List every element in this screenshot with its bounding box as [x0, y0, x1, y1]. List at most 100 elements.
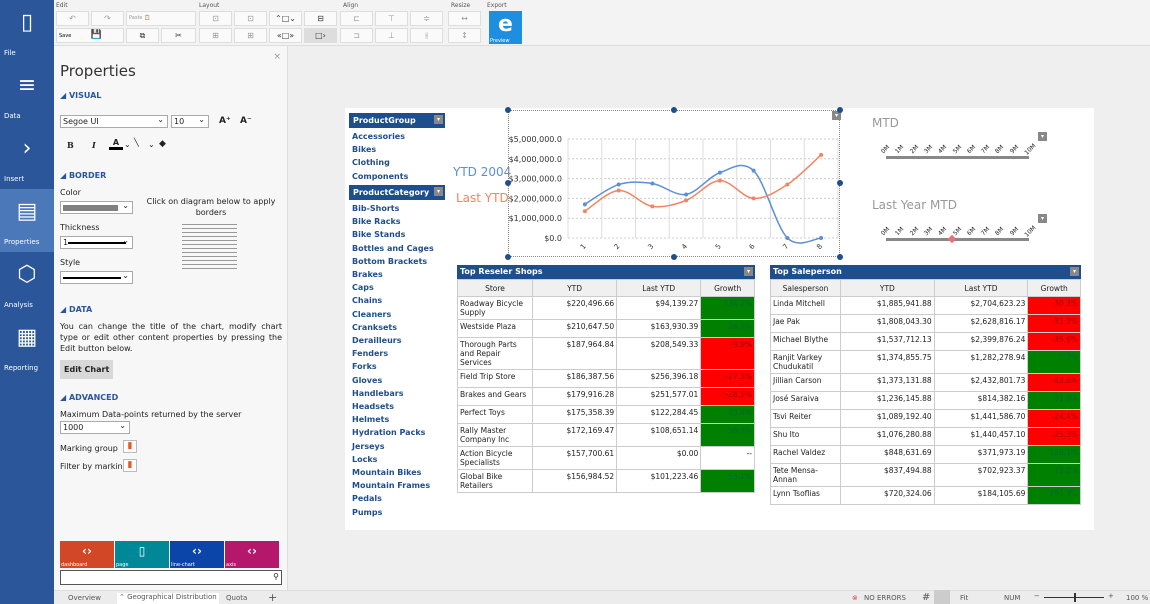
zoom-in-button[interactable]: + — [1108, 592, 1114, 600]
add-tab-button[interactable]: + — [268, 591, 277, 604]
border-color-select[interactable] — [60, 200, 133, 214]
align-right-button[interactable]: ⊐ — [340, 28, 373, 43]
table-row[interactable]: Westside Plaza $210,647.50 $163,930.39 28.5… — [457, 319, 755, 338]
productcategory-item[interactable]: Locks — [352, 455, 377, 464]
font-color-dropdown[interactable]: ⌄ — [124, 140, 131, 149]
productcategory-item[interactable]: Gloves — [352, 376, 382, 385]
preview-button[interactable]: e Preview — [489, 11, 522, 44]
data-point[interactable] — [717, 178, 722, 183]
grid-icon[interactable]: # — [922, 592, 930, 603]
data-point[interactable] — [582, 209, 587, 214]
table-row[interactable]: Rachel Valdez $848,631.69 $371,973.19 128.1… — [770, 445, 1081, 464]
table-row[interactable]: Perfect Toys $175,358.39 $122,284.45 43.4% — [457, 405, 755, 424]
chip-line-chart[interactable]: ‹› line-chart — [170, 541, 224, 568]
eraser-icon[interactable]: ◆ — [159, 139, 166, 149]
data-point[interactable] — [582, 202, 587, 207]
table-row[interactable]: Ranjit Varkey Chudukatil $1,374,855.75 $1,… — [770, 350, 1081, 374]
align-top-button[interactable]: ⊤ — [375, 11, 408, 26]
table-row[interactable]: Action Bicycle Specialists $157,700.61 $0.… — [457, 446, 755, 470]
data-point[interactable] — [819, 236, 824, 240]
section-border[interactable]: ◢ BORDER — [60, 171, 106, 180]
data-point[interactable] — [650, 181, 655, 186]
border-diagram[interactable] — [182, 224, 237, 271]
chip-page[interactable]: ▯ page — [115, 541, 169, 568]
nav-item-analysis[interactable]: ⬡ Analysis — [0, 252, 54, 315]
resize-handle[interactable] — [505, 107, 511, 113]
nav-item-data[interactable]: ≡ Data — [0, 63, 54, 126]
data-point[interactable] — [684, 198, 689, 203]
zoom-out-button[interactable]: − — [1034, 592, 1040, 600]
column-header[interactable]: Growth — [700, 279, 755, 297]
search-input[interactable]: ⚲ — [60, 570, 282, 585]
align-bottom-button[interactable]: ⊥ — [375, 28, 408, 43]
dropdown-icon[interactable]: ▾ — [1070, 267, 1079, 276]
bold-button[interactable]: B — [67, 140, 74, 150]
vertical-stack-button[interactable]: ⌃□⌄ — [269, 11, 302, 26]
table-row[interactable]: Michael Blythe $1,537,712.13 $2,399,876.24… — [770, 332, 1081, 351]
layout-button-5[interactable]: ⊞ — [199, 28, 232, 43]
dropdown-icon[interactable]: ▾ — [744, 267, 753, 276]
marking-group-chart-icon[interactable]: ▮ — [123, 440, 137, 453]
data-point[interactable] — [717, 170, 722, 175]
table-row[interactable]: Lynn Tsoflias $720,324.06 $184,105.69 291.3… — [770, 486, 1081, 505]
shrink-font-button[interactable]: A⁻ — [240, 116, 252, 126]
resize-handle[interactable] — [671, 107, 677, 113]
resize-handle[interactable] — [505, 180, 511, 186]
column-header[interactable]: Store — [457, 279, 533, 297]
layout-button-4[interactable]: ⊟ — [304, 11, 337, 26]
table-row[interactable]: Linda Mitchell $1,885,941.88 $2,704,623.23… — [770, 296, 1081, 315]
nav-item-properties[interactable]: ▤ Properties — [0, 189, 54, 252]
font-family-select[interactable]: Segoe UI — [60, 114, 168, 128]
font-size-select[interactable]: 10 — [171, 114, 209, 128]
productcategory-item[interactable]: Pumps — [352, 508, 382, 517]
table-row[interactable]: Roadway Bicycle Supply $220,496.66 $94,139… — [457, 296, 755, 320]
resize-handle[interactable] — [671, 254, 677, 260]
resize-handle[interactable] — [837, 107, 843, 113]
data-point[interactable] — [650, 204, 655, 209]
align-left-button[interactable]: ⊏ — [340, 11, 373, 26]
nav-item-insert[interactable]: › Insert — [0, 126, 54, 189]
resize-handle[interactable] — [837, 254, 843, 260]
align-center-button[interactable]: ⫲ — [410, 28, 443, 43]
layout-toggle-icon[interactable] — [934, 590, 950, 604]
productcategory-item[interactable]: Forks — [352, 362, 377, 371]
gauge-dropdown-icon[interactable]: ▾ — [1038, 132, 1047, 141]
tab-quota[interactable]: Quota — [226, 594, 247, 602]
table-row[interactable]: Brakes and Gears $179,916.28 $251,577.01 -2… — [457, 387, 755, 406]
productcategory-item[interactable]: Cranksets — [352, 323, 397, 332]
grow-font-button[interactable]: A⁺ — [219, 116, 231, 126]
table-row[interactable]: Tsvi Reiter $1,089,192.40 $1,441,586.70 -24… — [770, 409, 1081, 428]
tab-geographical-distribution[interactable]: ⌃ Geographical Distribution — [117, 593, 219, 604]
table-row[interactable]: Rally Master Company Inc $172,169.47 $108,… — [457, 423, 755, 447]
productcategory-item[interactable]: Jerseys — [352, 442, 385, 451]
section-advanced[interactable]: ◢ ADVANCED — [60, 393, 118, 402]
data-point[interactable] — [751, 196, 756, 201]
data-point[interactable] — [684, 192, 689, 197]
productcategory-item[interactable]: Mountain Bikes — [352, 468, 421, 477]
layout-button-6[interactable]: ⊞ — [234, 28, 267, 43]
max-points-select[interactable]: 1000 — [60, 420, 130, 434]
table-row[interactable]: Jillian Carson $1,373,131.88 $2,432,801.73… — [770, 373, 1081, 392]
search-icon[interactable]: ⚲ — [273, 572, 279, 581]
section-data[interactable]: ◢ DATA — [60, 305, 92, 314]
column-header[interactable]: Growth — [1027, 279, 1081, 297]
layout-button-2[interactable]: ⊡ — [234, 11, 267, 26]
redo-button[interactable]: ↷ — [91, 11, 124, 26]
column-header[interactable]: YTD — [531, 279, 618, 297]
productcategory-item[interactable]: Derailleurs — [352, 336, 401, 345]
zoom-slider-thumb[interactable] — [1074, 593, 1076, 602]
productcategory-item[interactable]: Mountain Frames — [352, 481, 430, 490]
resize-handle[interactable] — [505, 254, 511, 260]
layout-button-1[interactable]: ⊡ — [199, 11, 232, 26]
table-row[interactable]: José Saraiva $1,236,145.88 $814,382.16 51.8… — [770, 391, 1081, 410]
nav-item-file[interactable]: ▯ File — [0, 0, 54, 63]
close-icon[interactable]: × — [273, 52, 281, 62]
column-header[interactable]: YTD — [840, 279, 935, 297]
productcategory-item[interactable]: Chains — [352, 296, 382, 305]
italic-button[interactable]: I — [92, 140, 96, 150]
table-row[interactable]: Shu Ito $1,076,280.88 $1,440,457.10 -25.3% — [770, 427, 1081, 446]
paste-button[interactable]: Paste 📋 — [126, 11, 196, 26]
fit-button[interactable]: Fit — [960, 594, 968, 602]
gauge-dropdown-icon[interactable]: ▾ — [1038, 214, 1047, 223]
data-point[interactable] — [785, 236, 790, 240]
